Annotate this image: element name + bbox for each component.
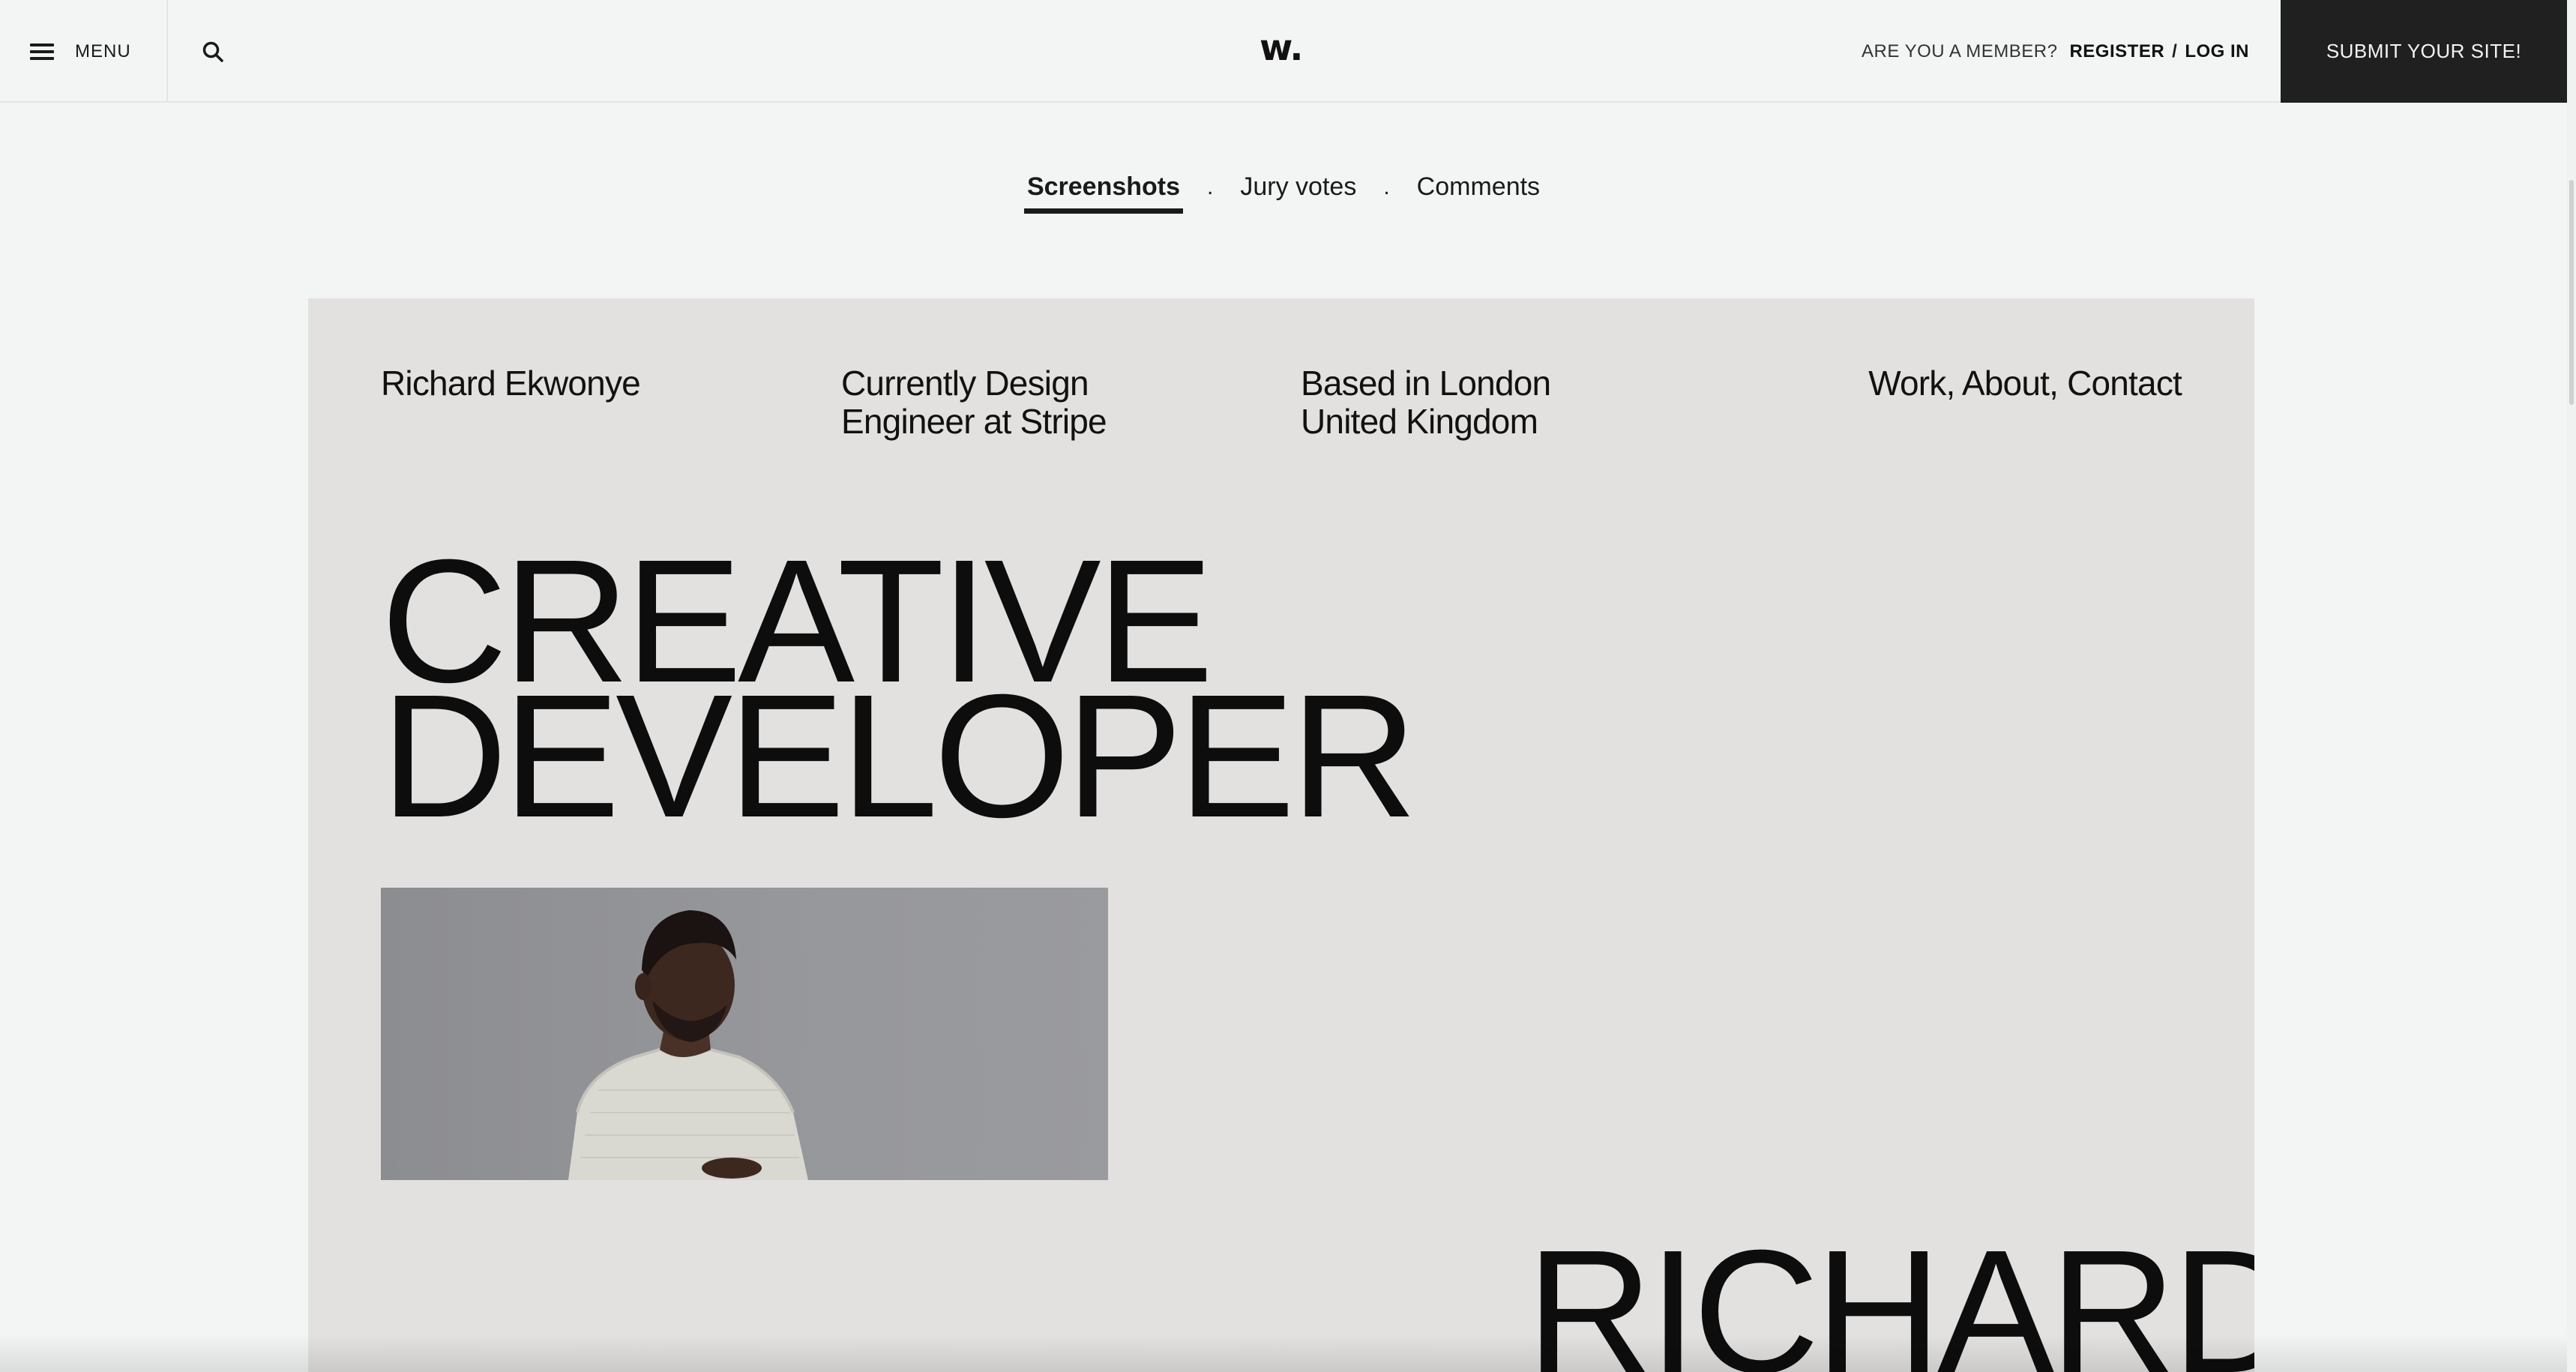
portrait-illustration <box>568 910 808 1180</box>
member-question: ARE YOU A MEMBER? <box>1861 40 2058 61</box>
site-logo[interactable]: w. <box>1260 27 1304 75</box>
login-link[interactable]: LOG IN <box>2185 41 2249 62</box>
tab-separator: . <box>1207 174 1214 199</box>
role-line-1: Currently Design <box>841 364 1089 403</box>
submit-site-button[interactable]: SUBMIT YOUR SITE! <box>2281 0 2567 103</box>
tab-jury-votes[interactable]: Jury votes <box>1237 172 1359 214</box>
register-link[interactable]: REGISTER <box>2069 41 2164 62</box>
top-bar: MENU w. ARE YOU A MEMBER? REGISTER / LOG… <box>0 0 2576 103</box>
tab-bar: Screenshots . Jury votes . Comments <box>0 172 2567 214</box>
screenshot-owner-name: Richard Ekwonye <box>381 364 641 403</box>
menu-label: MENU <box>75 40 131 61</box>
portrait-photo <box>381 888 1108 1180</box>
auth-separator: / <box>2172 40 2178 61</box>
hamburger-icon <box>30 43 54 60</box>
screenshot-headline: CREATIVE DEVELOPER <box>381 533 1418 854</box>
member-area: ARE YOU A MEMBER? REGISTER / LOG IN <box>1862 0 2249 103</box>
search-button[interactable] <box>168 0 258 103</box>
screenshot-location: Based in London United Kingdom <box>1301 364 1616 441</box>
screenshot-role: Currently Design Engineer at Stripe <box>841 364 1156 441</box>
location-line-2: United Kingdom <box>1301 402 1538 441</box>
location-line-1: Based in London <box>1301 364 1551 403</box>
search-icon <box>202 41 223 62</box>
bottom-shadow <box>0 1335 2567 1372</box>
role-line-2: Engineer at Stripe <box>841 402 1107 441</box>
menu-button[interactable]: MENU <box>0 0 168 103</box>
tab-separator: . <box>1383 174 1390 199</box>
screenshot-nav: Work, About, Contact <box>1868 364 2182 403</box>
scrollbar-thumb[interactable] <box>2569 180 2574 405</box>
tab-comments[interactable]: Comments <box>1414 172 1543 214</box>
site-screenshot: Richard Ekwonye Currently Design Enginee… <box>308 298 2254 1372</box>
tab-screenshots[interactable]: Screenshots <box>1023 172 1184 214</box>
page: MENU w. ARE YOU A MEMBER? REGISTER / LOG… <box>0 0 2576 1372</box>
headline-line-2: DEVELOPER <box>381 658 1418 854</box>
